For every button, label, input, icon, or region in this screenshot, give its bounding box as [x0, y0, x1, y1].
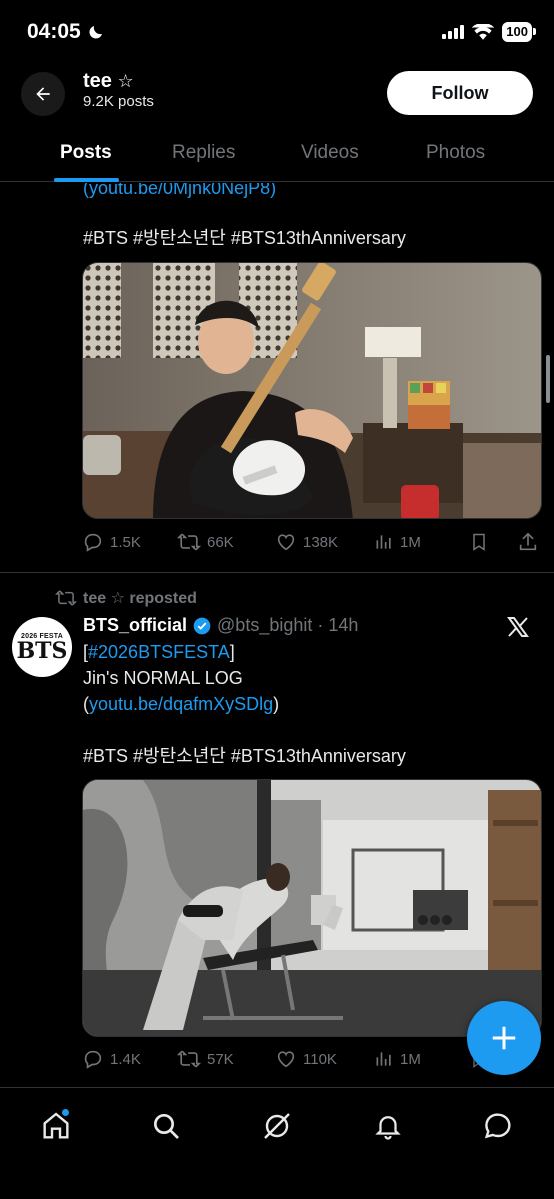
repost-indicator[interactable]: tee ☆ reposted: [55, 588, 197, 608]
post1-link-text[interactable]: (youtu.be/0Mjnk0NejP8): [83, 183, 276, 198]
post-divider: [0, 572, 554, 573]
bracket-close: ]: [229, 642, 235, 662]
active-tab-indicator: [54, 178, 119, 182]
profile-name: tee ☆: [83, 70, 134, 93]
status-bar: 04:05 100: [0, 0, 554, 66]
post1-actions: 1.5K 66K 138K 1M: [82, 530, 542, 554]
views-count: 1M: [400, 533, 421, 551]
profile-tabs: Posts Replies Videos Photos: [0, 124, 554, 182]
reply-button[interactable]: 1.5K: [82, 531, 141, 553]
guitar-photo: [83, 263, 541, 518]
like-count: 138K: [303, 533, 339, 551]
status-time: 04:05: [27, 20, 105, 44]
tab-videos[interactable]: Videos: [301, 142, 359, 164]
avatar-main-text: BTS: [16, 637, 68, 664]
paren-close: ): [273, 694, 280, 714]
posts-count: 9.2K posts: [83, 93, 154, 110]
repost-count: 57K: [207, 1050, 234, 1068]
search-icon: [154, 1114, 179, 1139]
post1-hashtags[interactable]: #BTS #방탄소년단 #BTS13thAnniversary: [83, 225, 406, 251]
post2-media-image[interactable]: [82, 779, 542, 1037]
views-icon: [376, 535, 391, 549]
post-feed[interactable]: (youtu.be/0Mjnk0NejP8) #BTS #방탄소년단 #BTS1…: [0, 183, 554, 1087]
like-icon: [277, 1051, 295, 1068]
nav-grok[interactable]: [257, 1106, 297, 1146]
back-arrow-icon: [36, 87, 50, 101]
views-count: 1M: [400, 1050, 421, 1068]
nav-home[interactable]: [36, 1106, 76, 1146]
like-button[interactable]: 138K: [275, 531, 338, 553]
repost-icon: [177, 533, 201, 551]
author-name[interactable]: BTS_official: [83, 615, 187, 636]
author-handle[interactable]: @bts_bighit: [217, 615, 312, 636]
messages-icon: [484, 1113, 511, 1139]
festa-hashtag[interactable]: #2026BTSFESTA: [88, 642, 230, 662]
reply-count: 1.5K: [110, 533, 141, 551]
signal-icon: [442, 25, 465, 39]
repost-icon: [55, 590, 77, 606]
clock-text: 04:05: [27, 20, 81, 43]
wifi-icon: [472, 24, 495, 40]
post2-hashtags[interactable]: #BTS #방탄소년단 #BTS13thAnniversary: [83, 743, 406, 769]
post2-author-row: BTS_official @bts_bighit · 14h: [83, 615, 358, 636]
battery-icon: 100: [502, 22, 536, 42]
plus-icon: [492, 1026, 516, 1050]
like-icon: [277, 534, 295, 551]
like-count: 110K: [303, 1050, 337, 1068]
bottom-nav: [0, 1087, 554, 1199]
repost-button[interactable]: 66K: [177, 531, 234, 553]
reply-icon: [84, 1050, 102, 1069]
views-button[interactable]: 1M: [374, 532, 421, 552]
verified-icon: [193, 617, 211, 634]
tab-photos[interactable]: Photos: [426, 142, 485, 164]
post2-line2: Jin's NORMAL LOG: [83, 668, 243, 688]
x-logo-icon[interactable]: [506, 615, 530, 639]
nav-search[interactable]: [146, 1106, 186, 1146]
back-button[interactable]: [21, 72, 65, 116]
gym-photo: [83, 780, 541, 1036]
repost-button[interactable]: 57K: [177, 1048, 234, 1070]
nav-notifications[interactable]: [368, 1106, 408, 1146]
compose-button[interactable]: [467, 1001, 541, 1075]
post2-link[interactable]: youtu.be/dqafmXySDlg: [89, 694, 273, 714]
reply-icon: [84, 533, 102, 552]
post-time: · 14h: [317, 615, 359, 635]
views-button[interactable]: 1M: [374, 1049, 421, 1069]
tab-replies[interactable]: Replies: [172, 142, 235, 164]
post2-line3: (youtu.be/dqafmXySDlg): [83, 691, 279, 717]
nav-messages[interactable]: [478, 1106, 518, 1146]
grok-icon: [264, 1113, 290, 1139]
follow-button[interactable]: Follow: [387, 71, 533, 115]
bookmark-icon: [473, 533, 485, 551]
avatar[interactable]: 2026 FESTA BTS: [12, 617, 72, 677]
share-icon: [519, 532, 537, 551]
notification-dot: [61, 1108, 70, 1117]
moon-icon: [89, 26, 102, 39]
profile-name-text: tee: [83, 70, 112, 92]
scrollbar[interactable]: [546, 355, 550, 403]
like-button[interactable]: 110K: [275, 1048, 337, 1070]
post1-media-image[interactable]: [82, 262, 542, 519]
repost-label: tee ☆ reposted: [83, 590, 197, 607]
share-button[interactable]: [517, 531, 539, 553]
views-icon: [376, 1052, 391, 1066]
repost-icon: [177, 1050, 201, 1068]
reply-count: 1.4K: [110, 1050, 141, 1068]
bookmark-button[interactable]: [469, 531, 489, 553]
star-emoji: ☆: [117, 71, 134, 91]
tab-posts[interactable]: Posts: [60, 142, 112, 164]
post1-link[interactable]: (youtu.be/0Mjnk0NejP8): [83, 183, 276, 201]
profile-header: tee ☆ 9.2K posts Follow: [0, 66, 554, 124]
repost-count: 66K: [207, 533, 234, 551]
bell-icon: [375, 1116, 401, 1140]
post2-line1: [#2026BTSFESTA]: [83, 639, 235, 665]
reply-button[interactable]: 1.4K: [82, 1048, 141, 1070]
status-indicators: 100: [442, 22, 536, 42]
